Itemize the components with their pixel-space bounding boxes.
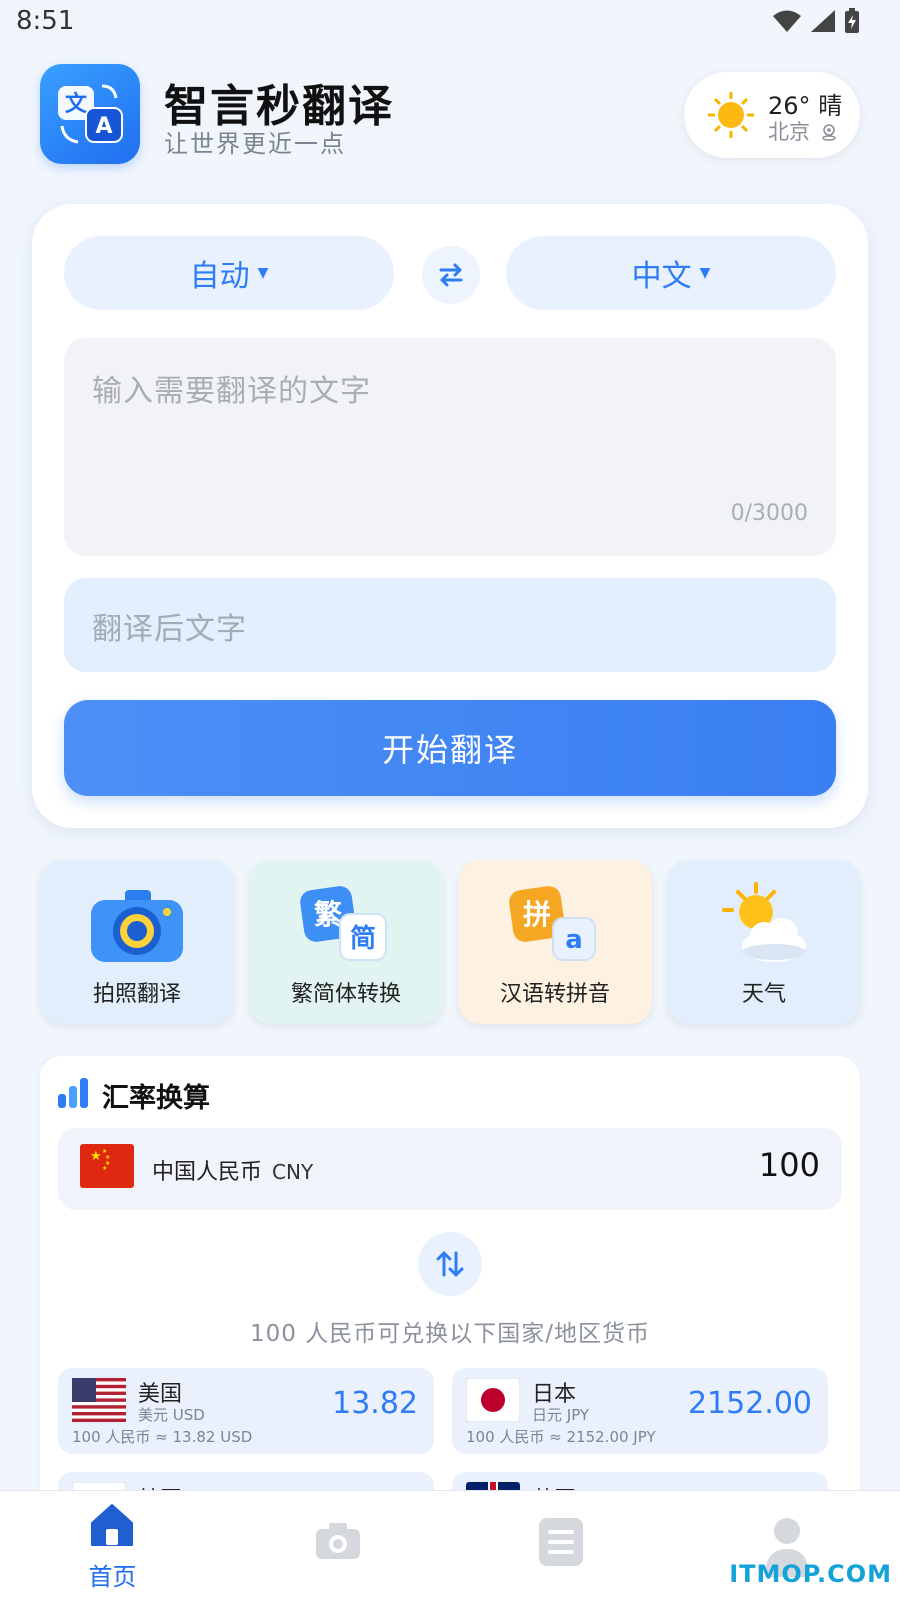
- weather-widget[interactable]: 26° 晴 北京: [684, 72, 860, 158]
- document-icon: [539, 1518, 583, 1566]
- tool-photo-translate[interactable]: 拍照翻译: [40, 860, 234, 1024]
- us-flag-icon: [72, 1378, 126, 1422]
- tool-weather[interactable]: 天气: [667, 860, 861, 1024]
- watermark: ITMOP.COM: [729, 1560, 892, 1588]
- start-translate-button[interactable]: 开始翻译: [64, 700, 836, 796]
- status-icons: [772, 8, 860, 34]
- source-language-select[interactable]: 自动 ▼: [64, 236, 394, 310]
- input-placeholder: 输入需要翻译的文字: [92, 374, 371, 409]
- source-text-input[interactable]: 输入需要翻译的文字 0/3000: [64, 338, 836, 556]
- currency-item-jpy[interactable]: 日本 日元 JPY 100 人民币 ≈ 2152.00 JPY 2152.00: [452, 1368, 828, 1454]
- currency-value: 2152.00: [687, 1386, 812, 1421]
- china-flag-icon: ★ ★ ★ ★ ★: [80, 1144, 134, 1188]
- svg-text:繁: 繁: [314, 898, 343, 931]
- translated-text-output[interactable]: 翻译后文字: [64, 578, 836, 672]
- sun-icon: [708, 92, 754, 138]
- translate-card: 自动 ▼ 中文 ▼ 输入需要翻译的文字 0/3000 翻译后文字 开始翻译: [32, 204, 868, 828]
- exchange-title: 汇率换算: [102, 1083, 210, 1114]
- currency-unit: 美元 USD: [138, 1406, 205, 1424]
- tool-label: 拍照翻译: [92, 982, 181, 1007]
- base-currency-row[interactable]: ★ ★ ★ ★ ★ 中国人民币 CNY 100: [58, 1128, 842, 1210]
- home-icon: [91, 1504, 133, 1546]
- nav-home[interactable]: 首页: [0, 1491, 225, 1601]
- app-slogan: 让世界更近一点: [164, 130, 346, 158]
- swap-vertical-icon: [436, 1251, 464, 1277]
- dropdown-caret-icon: ▼: [257, 265, 269, 281]
- pinyin-icon: 拼 a: [509, 886, 596, 961]
- tool-label: 汉语转拼音: [499, 982, 610, 1007]
- svg-text:A: A: [95, 114, 112, 139]
- currency-value: 13.82: [332, 1386, 418, 1421]
- weather-city: 北京: [768, 120, 810, 144]
- base-currency-name: 中国人民币: [152, 1160, 263, 1185]
- swap-icon: [439, 263, 463, 287]
- tool-label: 天气: [741, 982, 786, 1007]
- currency-swap-button[interactable]: [418, 1232, 482, 1296]
- base-currency-code: CNY: [272, 1160, 314, 1184]
- dropdown-caret-icon: ▼: [699, 265, 711, 281]
- base-currency-label: 中国人民币 CNY: [152, 1154, 313, 1186]
- traditional-simplified-icon: 繁 简: [300, 886, 387, 961]
- weather-icon: [722, 882, 806, 962]
- swap-language-button[interactable]: [422, 246, 480, 304]
- currency-note: 100 人民币 ≈ 2152.00 JPY: [466, 1428, 656, 1446]
- target-language-label: 中文: [631, 259, 692, 294]
- char-counter: 0/3000: [730, 501, 808, 526]
- source-language-label: 自动: [189, 259, 250, 294]
- weather-location: 北京: [768, 116, 837, 146]
- tool-label: 繁简体转换: [290, 982, 401, 1007]
- nav-label: 首页: [88, 1563, 137, 1591]
- currency-item-usd[interactable]: 美国 美元 USD 100 人民币 ≈ 13.82 USD 13.82: [58, 1368, 434, 1454]
- target-language-select[interactable]: 中文 ▼: [506, 236, 836, 310]
- tool-traditional-simplified[interactable]: 繁 简 繁简体转换: [249, 860, 443, 1024]
- camera-icon: [316, 1523, 360, 1559]
- location-pin-icon: [821, 124, 836, 141]
- app-logo: 文 A: [40, 64, 140, 164]
- svg-text:a: a: [565, 925, 583, 955]
- battery-icon: [845, 8, 859, 33]
- nav-document[interactable]: [450, 1491, 675, 1601]
- base-amount[interactable]: 100: [759, 1146, 820, 1184]
- svg-text:拼: 拼: [523, 898, 551, 931]
- exchange-hint: 100 人民币可兑换以下国家/地区货币: [250, 1321, 650, 1347]
- tool-pinyin[interactable]: 拼 a 汉语转拼音: [458, 860, 652, 1024]
- svg-text:★: ★: [102, 1165, 107, 1172]
- nav-camera[interactable]: [225, 1491, 450, 1601]
- svg-text:文: 文: [65, 91, 88, 117]
- wifi-icon: [773, 10, 801, 32]
- status-time: 8:51: [16, 6, 75, 36]
- svg-text:简: 简: [350, 923, 376, 954]
- japan-flag-icon: [466, 1378, 520, 1422]
- currency-note: 100 人民币 ≈ 13.82 USD: [72, 1428, 253, 1446]
- camera-icon: [91, 890, 183, 962]
- currency-unit: 日元 JPY: [532, 1406, 590, 1424]
- bar-chart-icon: [58, 1078, 88, 1108]
- svg-text:★: ★: [90, 1149, 102, 1164]
- output-placeholder: 翻译后文字: [92, 612, 247, 647]
- signal-icon: [811, 10, 835, 32]
